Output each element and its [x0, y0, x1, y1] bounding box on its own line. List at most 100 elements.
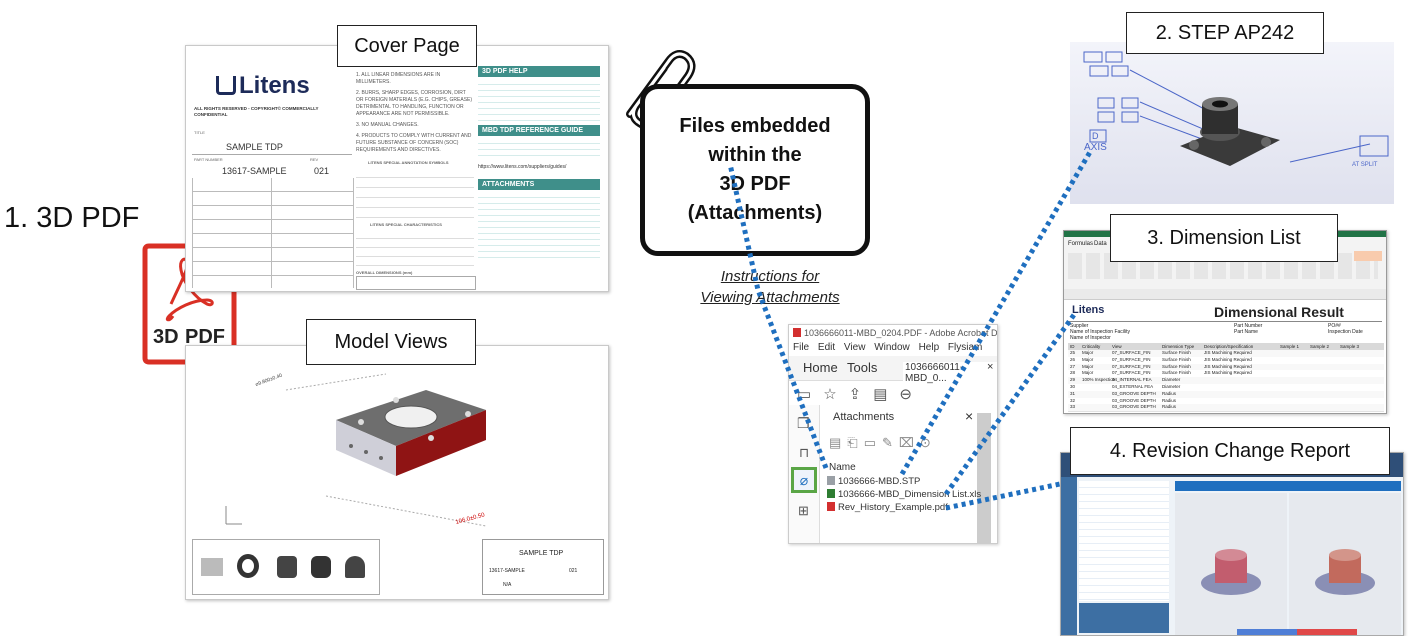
- menu-window[interactable]: Window: [874, 342, 910, 353]
- cover-page-document: Litens ALL RIGHTS RESERVED - COPYRIGHT© …: [185, 45, 609, 292]
- attachment-item-dimension-list[interactable]: 1036666-MBD_Dimension List.xls: [827, 488, 981, 501]
- excel-header-mid: Part Number Part Name: [1234, 323, 1263, 335]
- menu-flysiam[interactable]: Flysiam: [948, 342, 982, 353]
- tab-tools[interactable]: Tools: [847, 360, 877, 375]
- excel-cell[interactable]: Major: [1082, 370, 1093, 377]
- excel-cell[interactable]: 25: [1070, 350, 1075, 357]
- excel-cell[interactable]: Major: [1082, 350, 1093, 357]
- excel-cell[interactable]: 30: [1070, 384, 1075, 391]
- attachment-name: Rev_History_Example.pdf: [838, 502, 948, 513]
- litens-logo-icon: [216, 76, 236, 95]
- excel-cell[interactable]: Radius: [1162, 404, 1176, 411]
- bookmark-star-icon[interactable]: ☆: [823, 386, 848, 403]
- options-menu-icon[interactable]: ▤: [829, 435, 847, 450]
- rev-value: 021: [314, 166, 330, 176]
- excel-cell[interactable]: Major: [1082, 357, 1093, 364]
- mbd-guide-header: MBD TDP REFERENCE GUIDE: [478, 125, 600, 136]
- ribbon-tab-data[interactable]: Data: [1094, 241, 1107, 247]
- attachment-item-revision[interactable]: Rev_History_Example.pdf: [827, 501, 981, 514]
- model-views-document: 106.0±0.50 ⌀9.800±0.40 SAMPLE TDP 13617-…: [185, 345, 609, 600]
- excel-cell[interactable]: 07_SURFACE_FIN: [1112, 370, 1151, 377]
- save-icon[interactable]: ▭: [797, 386, 823, 403]
- instructions-link[interactable]: Instructions for Viewing Attachments: [670, 266, 870, 308]
- title-field-label: TITLE: [194, 130, 205, 135]
- attachment-list: 1036666-MBD.STP 1036666-MBD_Dimension Li…: [827, 475, 981, 514]
- delete-attachment-icon[interactable]: ⌧: [899, 435, 920, 450]
- excel-cell[interactable]: 26: [1070, 357, 1075, 364]
- acrobat-toolbar: ▭☆⇪▤⊖: [797, 385, 924, 403]
- symbols-header: LITENS SPECIAL ANNOTATION SYMBOLS: [368, 160, 449, 165]
- excel-cell[interactable]: JIS Machining Required: [1204, 364, 1252, 371]
- menu-edit[interactable]: Edit: [818, 342, 835, 353]
- excel-cell[interactable]: 03_GROOVE DEPTH: [1112, 391, 1156, 398]
- left-rail: ❐ ⊓ ⌀ ⊞: [789, 405, 820, 543]
- bookmarks-icon[interactable]: ⊓: [799, 445, 809, 461]
- excel-cell[interactable]: Surface Finish: [1162, 370, 1191, 377]
- notes-block: 1. ALL LINEAR DIMENSIONS ARE IN MILLIMET…: [356, 72, 474, 154]
- close-panel-icon[interactable]: ×: [965, 408, 973, 424]
- attachments-panel-icon[interactable]: ⌀: [791, 467, 817, 493]
- excel-cell[interactable]: 29: [1070, 377, 1075, 384]
- excel-column-headers: ID Criticality View Dimension Type Descr…: [1068, 343, 1384, 350]
- attachment-item-step[interactable]: 1036666-MBD.STP: [827, 475, 981, 488]
- excel-cell[interactable]: 31: [1070, 391, 1075, 398]
- menu-help[interactable]: Help: [919, 342, 940, 353]
- excel-cell[interactable]: Major: [1082, 364, 1093, 371]
- excel-cell[interactable]: 33: [1070, 404, 1075, 411]
- part-number-value: 13617-SAMPLE: [222, 166, 287, 176]
- excel-cell[interactable]: 07_SURFACE_FIN: [1112, 357, 1151, 364]
- excel-cell[interactable]: 03_GROOVE DEPTH: [1112, 398, 1156, 405]
- excel-cell[interactable]: Surface Finish: [1162, 350, 1191, 357]
- help-header: 3D PDF HELP: [478, 66, 600, 77]
- excel-cell[interactable]: 07_SURFACE_FIN: [1112, 364, 1151, 371]
- zoom-icon[interactable]: ⊖: [899, 386, 924, 403]
- instructions-line-1: Instructions for: [720, 268, 820, 285]
- badge-3d-label: 3D: [153, 326, 179, 348]
- excel-cell[interactable]: 100% Inspection: [1082, 377, 1115, 384]
- excel-cell[interactable]: Diameter: [1162, 377, 1180, 384]
- excel-cell[interactable]: 03_GROOVE DEPTH: [1112, 404, 1156, 411]
- menu-file[interactable]: File: [793, 342, 809, 353]
- acrobat-tab-bar: Home Tools 1036666011-MBD_0... ×: [789, 356, 997, 384]
- embedded-line-1: Files embedded: [679, 115, 831, 137]
- excel-cell[interactable]: 04_EXTERNAL FEA: [1112, 384, 1153, 391]
- tab-close-icon[interactable]: ×: [987, 361, 993, 373]
- excel-cell[interactable]: Radius: [1162, 391, 1176, 398]
- pages-icon[interactable]: ❐: [797, 415, 810, 432]
- menu-view[interactable]: View: [844, 342, 866, 353]
- excel-cell[interactable]: JIS Machining Required: [1204, 370, 1252, 377]
- step-cad-drawing: D AXIS AT SPLIT: [1083, 51, 1389, 168]
- excel-cell[interactable]: JIS Machining Required: [1204, 357, 1252, 364]
- excel-cell[interactable]: Radius: [1162, 398, 1176, 405]
- embedded-files-box: Files embedded within the 3D PDF (Attach…: [640, 84, 870, 256]
- excel-cell[interactable]: 07_SURFACE_FIN: [1112, 350, 1151, 357]
- add-attachment-icon[interactable]: ⎗: [847, 435, 863, 450]
- tab-home[interactable]: Home: [803, 360, 838, 375]
- excel-cell[interactable]: 28: [1070, 370, 1075, 377]
- excel-cell[interactable]: Surface Finish: [1162, 364, 1191, 371]
- excel-cell[interactable]: Diameter: [1162, 384, 1180, 391]
- overall-dims-grid: [356, 276, 476, 290]
- structure-icon[interactable]: ⊞: [798, 503, 809, 519]
- excel-cell[interactable]: 04_INTERNAL FEA: [1112, 377, 1152, 384]
- share-icon[interactable]: ⇪: [849, 386, 874, 403]
- ribbon-tab-formulas[interactable]: Formulas: [1068, 241, 1093, 247]
- acrobat-window-title: 1036666011-MBD_0204.PDF - Adobe Acrobat …: [804, 328, 998, 338]
- column-name-header: Name: [829, 462, 856, 473]
- excel-header-left: Supplier Name of Inspection Facility Name …: [1070, 323, 1131, 341]
- svg-text:AXIS: AXIS: [1084, 142, 1107, 153]
- save-attachment-icon[interactable]: ▭: [864, 435, 882, 450]
- search-attachment-icon[interactable]: ⊙: [920, 435, 937, 450]
- note-4: 4. PRODUCTS TO COMPLY WITH CURRENT AND F…: [356, 133, 472, 153]
- excel-cell[interactable]: 32: [1070, 398, 1075, 405]
- edit-attachment-icon[interactable]: ✎: [882, 435, 899, 450]
- print-icon[interactable]: ▤: [873, 386, 899, 403]
- tab-document[interactable]: 1036666011-MBD_0...: [903, 362, 997, 384]
- excel-cell[interactable]: Surface Finish: [1162, 357, 1191, 364]
- guide-url[interactable]: https://www.litens.com/suppliers/guides/: [478, 164, 600, 171]
- excel-cell[interactable]: JIS Machining Required: [1204, 350, 1252, 357]
- svg-text:AT SPLIT: AT SPLIT: [1352, 162, 1378, 168]
- revision-report-callout: 4. Revision Change Report: [1070, 427, 1390, 475]
- cover-page-callout: Cover Page: [337, 25, 477, 67]
- excel-cell[interactable]: 27: [1070, 364, 1075, 371]
